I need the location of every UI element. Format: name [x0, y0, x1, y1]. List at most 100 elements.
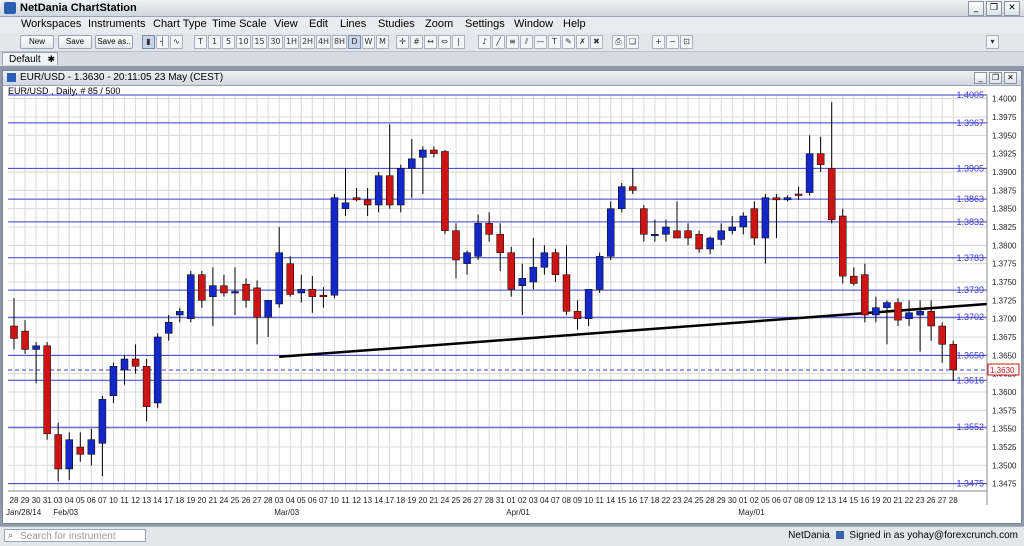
timescale-2h-button[interactable]: 2H [300, 35, 315, 49]
candle-body[interactable] [606, 208, 615, 257]
search-input[interactable]: ⌕ Search for instrument [4, 529, 146, 542]
menu-workspaces[interactable]: Workspaces [21, 18, 81, 30]
candle-body[interactable] [120, 358, 129, 371]
candle-body[interactable] [220, 285, 228, 294]
bar-chart-icon[interactable]: ┤ [156, 35, 169, 49]
candle-body[interactable] [916, 311, 924, 316]
candle-body[interactable] [507, 252, 515, 290]
print-icon[interactable]: ⎙ [612, 35, 625, 49]
candle-body[interactable] [905, 312, 913, 319]
candle-body[interactable] [397, 168, 405, 206]
candle-body[interactable] [54, 434, 62, 470]
candle-body[interactable] [839, 215, 847, 277]
menu-window[interactable]: Window [514, 18, 553, 30]
candle-body[interactable] [264, 300, 272, 318]
line-chart-icon[interactable]: ∿ [170, 35, 183, 49]
candle-body[interactable] [861, 274, 869, 316]
delete-line-icon[interactable]: ✗ [576, 35, 589, 49]
timescale-d-button[interactable]: D [348, 35, 361, 49]
candle-body[interactable] [308, 289, 317, 297]
candle-body[interactable] [32, 345, 40, 350]
delete-all-icon[interactable]: ✖ [590, 35, 603, 49]
horizontal-line-tool-icon[interactable]: — [534, 35, 547, 49]
candle-body[interactable] [573, 311, 582, 319]
candle-body[interactable] [761, 197, 770, 239]
candle-body[interactable] [640, 208, 648, 235]
candle-body[interactable] [374, 175, 383, 206]
candle-body[interactable] [706, 237, 714, 250]
timescale-30-button[interactable]: 30 [268, 35, 283, 49]
candle-body[interactable] [595, 256, 604, 290]
bell-icon[interactable]: ♪ [478, 35, 491, 49]
candle-body[interactable] [551, 252, 560, 275]
timescale-5-button[interactable]: 5 [222, 35, 235, 49]
plot-area[interactable] [8, 95, 987, 491]
candle-body[interactable] [695, 234, 703, 250]
menu-studies[interactable]: Studies [378, 18, 415, 30]
timescale-m-button[interactable]: M [376, 35, 389, 49]
candlestick-chart-icon[interactable]: ▮ [142, 35, 155, 49]
menu-chart-type[interactable]: Chart Type [153, 18, 207, 30]
tab-default[interactable]: Default ✱ [2, 52, 58, 65]
channel-tool-icon[interactable]: ⫽ [520, 35, 533, 49]
candle-body[interactable] [341, 202, 350, 209]
candle-body[interactable] [816, 153, 825, 165]
menu-zoom[interactable]: Zoom [425, 18, 453, 30]
candle-body[interactable] [153, 336, 162, 404]
candle-body[interactable] [529, 267, 538, 283]
candle-body[interactable] [21, 330, 29, 350]
candle-body[interactable] [474, 223, 482, 257]
text-tool-icon[interactable]: T [548, 35, 561, 49]
candle-body[interactable] [938, 325, 946, 345]
crosshair-icon[interactable]: ✛ [396, 35, 409, 49]
candle-body[interactable] [231, 291, 239, 294]
timescale-1h-button[interactable]: 1H [284, 35, 299, 49]
candle-body[interactable] [805, 153, 814, 193]
candle-body[interactable] [187, 274, 195, 319]
candle-body[interactable] [43, 345, 51, 435]
timescale-t-button[interactable]: T [194, 35, 207, 49]
timescale-w-button[interactable]: W [362, 35, 375, 49]
candle-body[interactable] [275, 252, 283, 305]
menu-edit[interactable]: Edit [309, 18, 328, 30]
candle-body[interactable] [728, 226, 736, 231]
timescale-15-button[interactable]: 15 [252, 35, 267, 49]
candle-body[interactable] [164, 322, 173, 334]
candle-body[interactable] [772, 197, 781, 201]
menu-settings[interactable]: Settings [465, 18, 505, 30]
fibonacci-tool-icon[interactable]: ≡ [506, 35, 519, 49]
candle-body[interactable] [562, 274, 571, 312]
candle-body[interactable] [618, 186, 626, 209]
candle-body[interactable] [651, 234, 659, 237]
pin-icon[interactable]: ✱ [47, 55, 55, 65]
candle-body[interactable] [883, 302, 891, 308]
candle-body[interactable] [98, 399, 107, 444]
candle-body[interactable] [330, 197, 339, 296]
timescale-1-button[interactable]: 1 [208, 35, 221, 49]
copy-icon[interactable]: ❏ [626, 35, 639, 49]
timescale-10-button[interactable]: 10 [236, 35, 251, 49]
candle-body[interactable] [242, 283, 250, 301]
candle-body[interactable] [198, 274, 206, 301]
candle-body[interactable] [430, 149, 438, 154]
candle-body[interactable] [794, 193, 803, 196]
split-icon[interactable]: | [452, 35, 465, 49]
new-button[interactable]: New [20, 35, 54, 49]
timescale-8h-button[interactable]: 8H [332, 35, 347, 49]
candle-body[interactable] [927, 311, 935, 327]
grid-icon[interactable]: # [410, 35, 423, 49]
candle-body[interactable] [319, 294, 328, 297]
fit-icon[interactable]: ⇔ [438, 35, 451, 49]
zoom-out-icon[interactable]: − [666, 35, 679, 49]
candle-body[interactable] [363, 199, 372, 206]
scroll-icon[interactable]: ↔ [424, 35, 437, 49]
candle-body[interactable] [629, 186, 637, 191]
candle-body[interactable] [385, 175, 394, 206]
candle-body[interactable] [286, 263, 294, 295]
candle-body[interactable] [894, 302, 902, 321]
restore-icon[interactable]: ❐ [986, 1, 1002, 16]
menu-help[interactable]: Help [563, 18, 586, 30]
save-as-button[interactable]: Save as.. [95, 35, 133, 49]
candle-body[interactable] [419, 149, 427, 158]
candle-body[interactable] [717, 230, 725, 240]
